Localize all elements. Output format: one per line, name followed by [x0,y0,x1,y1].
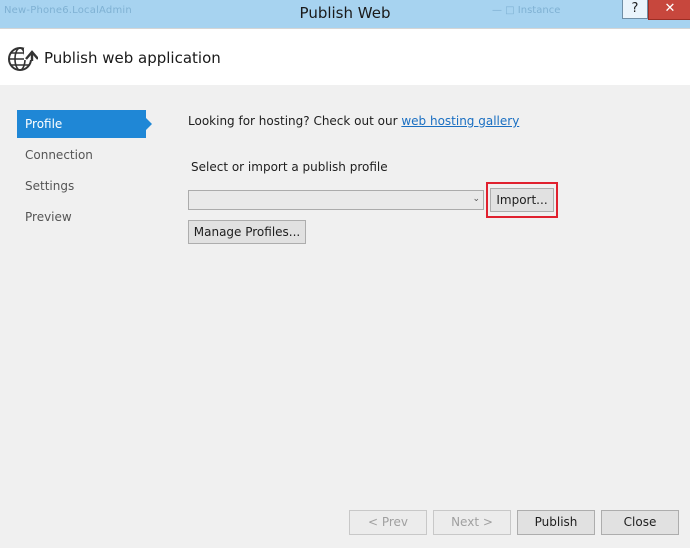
window-title: Publish Web [299,4,391,22]
chevron-down-icon: ⌄ [472,194,480,204]
nav-item-settings[interactable]: Settings [17,172,146,200]
web-hosting-gallery-link[interactable]: web hosting gallery [401,114,519,128]
title-bar: New-Phone6.LocalAdmin — □ Instance Publi… [0,0,690,28]
nav-item-preview[interactable]: Preview [17,203,146,231]
dialog-heading: Publish web application [44,49,221,67]
hosting-text: Looking for hosting? Check out our web h… [188,114,519,128]
next-button[interactable]: Next > [433,510,511,535]
hosting-prefix: Looking for hosting? Check out our [188,114,402,128]
import-button[interactable]: Import... [490,188,554,212]
publish-profile-dropdown[interactable]: ⌄ [188,190,484,210]
globe-publish-icon [8,47,38,71]
prev-button[interactable]: < Prev [349,510,427,535]
window-close-button[interactable]: ✕ [648,0,690,20]
manage-profiles-button[interactable]: Manage Profiles... [188,220,306,244]
nav-item-connection[interactable]: Connection [17,141,146,169]
select-profile-label: Select or import a publish profile [191,160,388,174]
publish-button[interactable]: Publish [517,510,595,535]
dialog-header: Publish web application [0,28,690,85]
nav-item-profile[interactable]: Profile [17,110,152,138]
help-button[interactable]: ? [622,0,648,19]
close-button[interactable]: Close [601,510,679,535]
